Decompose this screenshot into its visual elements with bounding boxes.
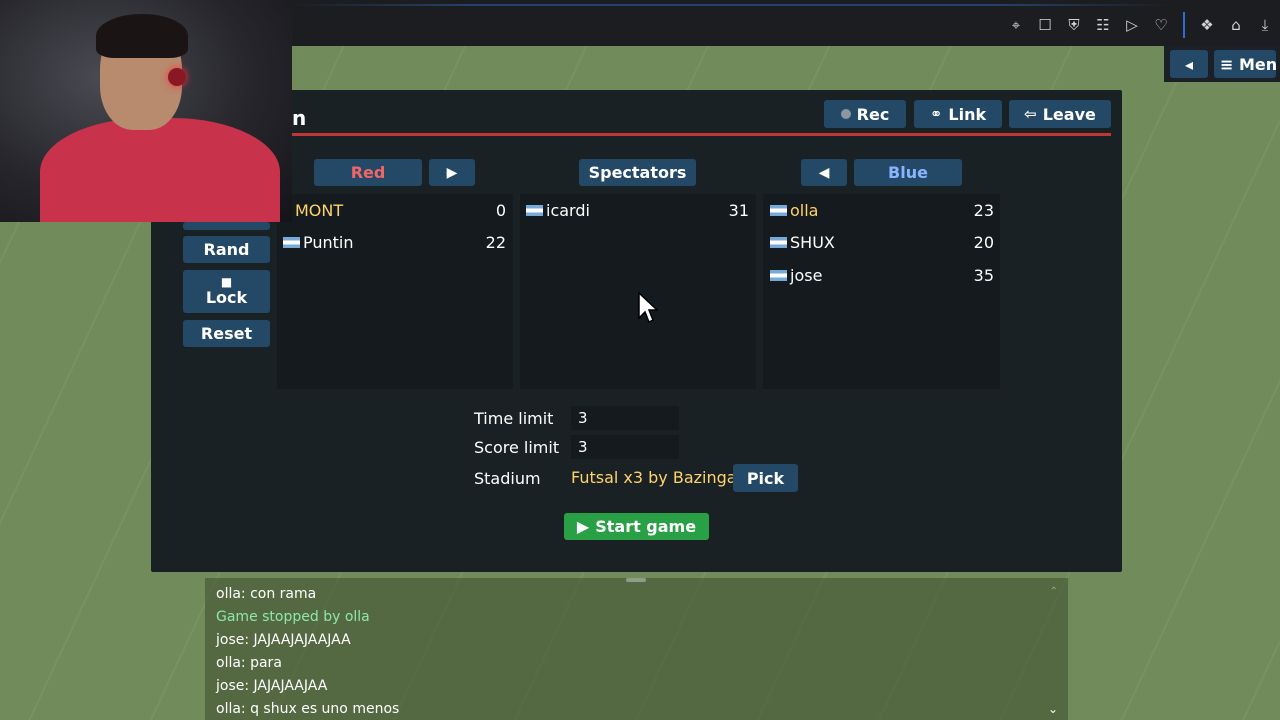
player-name: icardi	[546, 200, 590, 220]
shield-icon[interactable]: ⛨	[1065, 16, 1083, 34]
leave-button[interactable]: ⇦ Leave	[1009, 100, 1111, 128]
team-blue-header[interactable]: Blue	[854, 159, 962, 186]
time-limit-field[interactable]: 3	[571, 406, 679, 430]
leave-icon: ⇦	[1024, 105, 1037, 123]
link-button[interactable]: ⚭ Link	[914, 100, 1002, 128]
pin-icon[interactable]: ⌖	[1007, 16, 1025, 34]
room-title: n	[292, 106, 307, 130]
chat-message: jose: JAJAJAAJAA	[216, 678, 328, 694]
toolbar-separator	[1183, 12, 1185, 38]
flag-argentina-icon	[770, 236, 787, 248]
chat-message: olla: q shux es uno menos	[216, 701, 400, 717]
player-row[interactable]: jose	[770, 264, 822, 286]
move-to-spectators-right-button[interactable]: ▶	[429, 159, 475, 186]
player-name: MONT	[295, 200, 344, 220]
flag-argentina-icon	[526, 204, 543, 216]
player-score: 35	[973, 266, 994, 285]
arrow-right-icon: ▶	[446, 164, 458, 181]
chat-message: jose: JAJAAJAJAAJAA	[216, 632, 351, 648]
menu-button[interactable]: ≡ Menu	[1214, 50, 1276, 78]
hamburger-icon: ≡	[1220, 54, 1234, 74]
flag-argentina-icon	[283, 236, 300, 248]
record-dot-icon	[840, 109, 851, 119]
player-name: Puntin	[303, 232, 354, 252]
start-game-label: Start game	[595, 517, 697, 536]
unlock-icon: ■	[220, 275, 233, 289]
flag-argentina-icon	[770, 269, 787, 281]
pick-label: Pick	[746, 468, 785, 488]
time-limit-label: Time limit	[474, 409, 554, 428]
red-team-list[interactable]	[277, 194, 513, 389]
player-row[interactable]: Puntin	[283, 231, 354, 253]
extension-icons: ⌖ ☐ ⛨ ☷ ▷ ♡ ❖ ⌂ ⤓	[1007, 12, 1280, 38]
player-row[interactable]: SHUX	[770, 231, 835, 253]
extensions-puzzle-icon[interactable]: ❖	[1198, 16, 1216, 34]
player-score: 22	[485, 233, 506, 252]
stadium-name: Futsal x3 by Bazinga ...	[571, 468, 757, 487]
reset-button[interactable]: Reset	[183, 320, 270, 347]
game-controls: ◂ ≡ Menu	[1164, 46, 1280, 82]
blue-team-list[interactable]	[763, 194, 1000, 389]
lock-label: Lock	[205, 288, 248, 307]
chat-message: olla: para	[216, 655, 282, 671]
stadium-label: Stadium	[474, 469, 541, 488]
mouse-cursor-icon	[638, 292, 658, 324]
score-limit-field[interactable]: 3	[571, 435, 679, 459]
sound-button[interactable]: ◂	[1170, 50, 1208, 78]
rand-button[interactable]: Rand	[183, 236, 270, 263]
score-limit-label: Score limit	[474, 438, 560, 457]
toolbar-accent-line	[292, 4, 1172, 6]
player-score: 20	[973, 233, 994, 252]
player-row[interactable]: olla	[770, 199, 818, 221]
flag-argentina-icon	[770, 204, 787, 216]
team-red-header[interactable]: Red	[314, 159, 422, 186]
profile-icon[interactable]: ⌂	[1227, 16, 1245, 34]
reset-label: Reset	[200, 324, 253, 343]
leave-label: Leave	[1042, 104, 1096, 124]
webcam-person-hair	[96, 14, 188, 58]
headset-light	[168, 68, 186, 86]
chat-box[interactable]: olla: con rama Game stopped by olla jose…	[205, 578, 1068, 720]
arrow-left-icon: ◀	[818, 164, 830, 181]
player-row[interactable]: icardi	[526, 199, 590, 221]
chat-resize-handle[interactable]	[626, 578, 646, 582]
play-icon: ▶	[576, 517, 590, 536]
player-row[interactable]: MONT	[284, 199, 343, 221]
chat-message: olla: con rama	[216, 586, 317, 602]
download-icon[interactable]: ⤓	[1256, 16, 1274, 34]
player-name: olla	[790, 200, 819, 220]
link-icon: ⚭	[929, 105, 943, 123]
menu-label: Menu	[1238, 54, 1276, 74]
translate-icon[interactable]: ☷	[1094, 16, 1112, 34]
hidden-side-button[interactable]	[183, 222, 270, 230]
player-score: 31	[728, 201, 749, 220]
rand-label: Rand	[203, 240, 250, 259]
chat-system-message: Game stopped by olla	[216, 609, 370, 625]
play-icon[interactable]: ▷	[1123, 16, 1141, 34]
player-name: jose	[790, 265, 823, 285]
player-score: 23	[973, 201, 994, 220]
room-title-underline	[292, 133, 1111, 136]
webcam-overlay	[0, 0, 292, 222]
player-name: SHUX	[790, 232, 835, 252]
move-to-spectators-left-button[interactable]: ◀	[801, 159, 847, 186]
chat-scroll-down-icon[interactable]: ⌄	[1048, 702, 1058, 716]
heart-icon[interactable]: ♡	[1152, 16, 1170, 34]
player-score: 0	[495, 201, 506, 220]
webcam-person-shirt	[40, 118, 280, 222]
pick-stadium-button[interactable]: Pick	[733, 464, 798, 492]
screenshot-icon[interactable]: ☐	[1036, 16, 1054, 34]
lock-button[interactable]: ■ Lock	[183, 270, 270, 313]
rec-label: Rec	[856, 104, 890, 124]
start-game-button[interactable]: ▶ Start game	[564, 513, 709, 540]
team-spectators-label: Spectators	[588, 163, 687, 182]
speaker-icon: ◂	[1184, 54, 1194, 74]
rec-button[interactable]: Rec	[824, 100, 906, 128]
team-spectators-header[interactable]: Spectators	[579, 159, 696, 186]
team-red-label: Red	[350, 163, 386, 182]
team-blue-label: Blue	[888, 163, 928, 182]
link-label: Link	[948, 104, 987, 124]
chat-scroll-up-icon[interactable]: ⌃	[1050, 586, 1058, 597]
